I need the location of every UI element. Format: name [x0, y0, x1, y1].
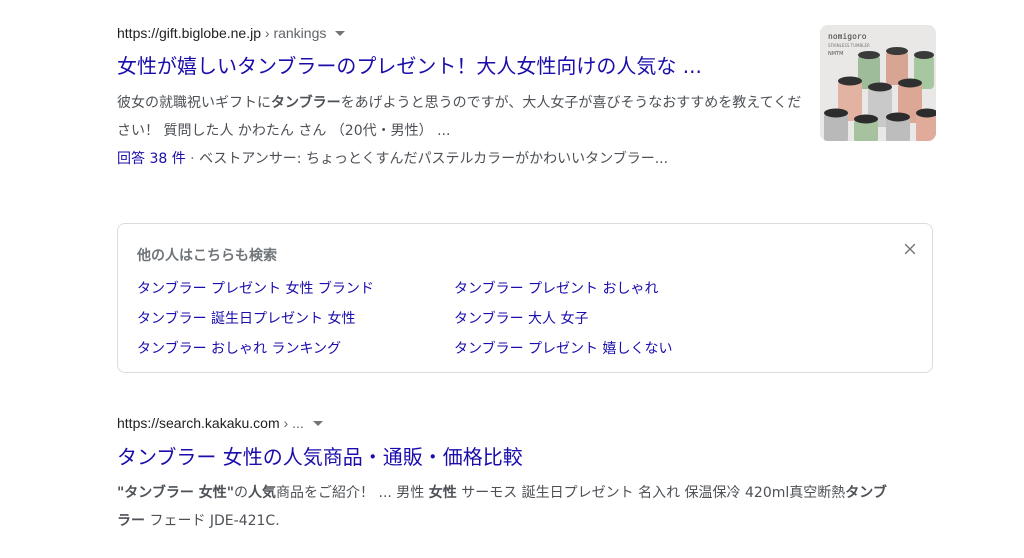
snippet-part: フェード JDE-421C.: [145, 513, 280, 529]
answer-separator: ·: [190, 151, 195, 167]
search-results-page: https://gift.biglobe.ne.jp › rankings 女性…: [0, 0, 1024, 558]
breadcrumb-text: › rankings: [264, 25, 327, 41]
result-url[interactable]: https://search.kakaku.com: [117, 414, 280, 432]
result-snippet: 彼女の就職祝いギフトにタンブラーをあげようと思うのですが、大人女子が喜びそうなお…: [117, 89, 807, 145]
snippet-part: 彼女の就職祝いギフトに: [117, 95, 271, 111]
related-searches-box: 他の人はこちらも検索 タンブラー プレゼント 女性 ブランド タンブラー プレゼ…: [117, 223, 933, 373]
related-search-link[interactable]: タンブラー プレゼント 女性 ブランド: [137, 277, 454, 307]
related-search-link[interactable]: タンブラー 誕生日プレゼント 女性: [137, 307, 454, 337]
related-searches-title: 他の人はこちらも検索: [137, 248, 277, 264]
result-url[interactable]: https://gift.biglobe.ne.jp: [117, 24, 261, 42]
thumb-code-text: NMTM: [828, 51, 843, 57]
best-answer-text: ベストアンサー: ちょっとくすんだパステルカラーがかわいいタンブラー...: [199, 151, 669, 167]
related-search-link[interactable]: タンブラー プレゼント おしゃれ: [454, 277, 754, 307]
answer-count-link[interactable]: 回答 38 件: [117, 151, 186, 167]
tumbler-product-image: nomigoro STAINLESS TUMBLER NMTM: [820, 25, 936, 141]
thumb-sub-text: STAINLESS TUMBLER: [828, 43, 870, 48]
snippet-bold-part: "タンブラー 女性": [117, 485, 235, 501]
result-breadcrumb: › rankings: [261, 24, 326, 42]
result-thumbnail-image[interactable]: nomigoro STAINLESS TUMBLER NMTM: [820, 25, 936, 141]
answer-line: 回答 38 件 · ベストアンサー: ちょっとくすんだパステルカラーがかわいいタ…: [117, 145, 817, 173]
result-title-link[interactable]: 女性が嬉しいタンブラーのプレゼント！大人女性向けの人気な ...: [117, 51, 807, 81]
related-search-link[interactable]: タンブラー おしゃれ ランキング: [137, 337, 454, 367]
more-options-caret-icon[interactable]: [312, 421, 323, 426]
snippet-part: の: [234, 485, 249, 501]
result-snippet: "タンブラー 女性"の人気商品をご紹介！ ... 男性 女性 サーモス 誕生日プ…: [117, 479, 887, 535]
close-icon[interactable]: [902, 241, 918, 257]
snippet-part: 商品をご紹介！ ... 男性: [276, 485, 429, 501]
more-options-caret-icon[interactable]: [335, 31, 346, 36]
result-cite: https://search.kakaku.com › ...: [117, 414, 907, 432]
related-search-link[interactable]: タンブラー プレゼント 嬉しくない: [454, 337, 754, 367]
related-searches-grid: タンブラー プレゼント 女性 ブランド タンブラー プレゼント おしゃれ タンブ…: [137, 277, 754, 367]
breadcrumb-text: › ...: [283, 415, 304, 431]
snippet-bold-part: 女性: [428, 485, 457, 501]
snippet-bold-part: 人気: [248, 485, 277, 501]
snippet-bold-part: タンブラー: [271, 95, 341, 111]
search-result-kakaku: https://search.kakaku.com › ... タンブラー 女性…: [117, 414, 907, 535]
search-result-gift-biglobe: https://gift.biglobe.ne.jp › rankings 女性…: [117, 24, 937, 173]
thumb-brand-text: nomigoro: [828, 32, 867, 41]
result-breadcrumb: › ...: [280, 414, 304, 432]
snippet-part: サーモス 誕生日プレゼント 名入れ 保温保冷 420ml真空断熱: [456, 485, 846, 501]
result-cite: https://gift.biglobe.ne.jp › rankings: [117, 24, 937, 42]
related-search-link[interactable]: タンブラー 大人 女子: [454, 307, 754, 337]
result-title-link[interactable]: タンブラー 女性の人気商品・通販・価格比較: [117, 442, 907, 472]
